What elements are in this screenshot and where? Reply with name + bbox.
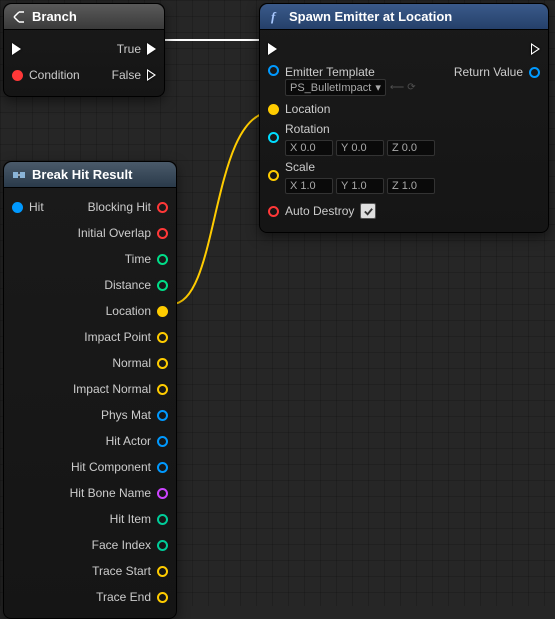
spawn-header: f Spawn Emitter at Location bbox=[260, 4, 548, 30]
spawn-autodestroy-checkbox[interactable] bbox=[360, 203, 376, 219]
chevron-down-icon: ▾ bbox=[375, 81, 381, 94]
spawn-rotation-label: Rotation bbox=[285, 122, 435, 136]
spawn-emitter-dropdown[interactable]: PS_BulletImpact▾ bbox=[285, 79, 386, 96]
spawn-autodestroy-pin[interactable] bbox=[268, 206, 279, 217]
break-output-label: Time bbox=[125, 252, 151, 266]
break-output-label: Trace End bbox=[96, 590, 151, 604]
break-hit-input-pin[interactable] bbox=[12, 202, 23, 213]
break-output-label: Blocking Hit bbox=[88, 200, 151, 214]
scale-y-field[interactable]: Y1.0 bbox=[336, 178, 384, 194]
spawn-autodestroy-label: Auto Destroy bbox=[285, 204, 354, 218]
break-output-label: Normal bbox=[112, 356, 151, 370]
spawn-scale-label: Scale bbox=[285, 160, 435, 174]
branch-true-label: True bbox=[117, 42, 141, 56]
spawn-exec-in-pin[interactable] bbox=[268, 43, 277, 55]
spawn-rotation-pin[interactable] bbox=[268, 132, 279, 143]
spawn-emitter-label: Emitter Template bbox=[285, 65, 416, 79]
break-trace-start-pin[interactable] bbox=[157, 566, 168, 577]
rotation-y-field[interactable]: Y0.0 bbox=[336, 140, 384, 156]
check-icon bbox=[363, 206, 374, 217]
branch-title: Branch bbox=[32, 9, 77, 24]
break-output-label: Distance bbox=[104, 278, 151, 292]
spawn-scale-pin[interactable] bbox=[268, 170, 279, 181]
branch-false-pin[interactable] bbox=[147, 69, 156, 81]
spawn-emitter-node[interactable]: f Spawn Emitter at Location Emitter Temp… bbox=[259, 3, 549, 233]
branch-condition-pin[interactable] bbox=[12, 70, 23, 81]
break-output-label: Hit Bone Name bbox=[70, 486, 151, 500]
break-impact-normal-pin[interactable] bbox=[157, 384, 168, 395]
branch-icon bbox=[12, 10, 26, 24]
break-hit-label: Hit bbox=[29, 200, 44, 214]
spawn-title: Spawn Emitter at Location bbox=[289, 9, 452, 24]
use-icon[interactable]: ⟳ bbox=[407, 82, 415, 93]
break-output-label: Trace Start bbox=[92, 564, 151, 578]
break-distance-pin[interactable] bbox=[157, 280, 168, 291]
function-icon: f bbox=[268, 9, 283, 24]
break-output-label: Initial Overlap bbox=[78, 226, 151, 240]
break-phys-mat-pin[interactable] bbox=[157, 410, 168, 421]
scale-z-field[interactable]: Z1.0 bbox=[387, 178, 435, 194]
branch-false-label: False bbox=[112, 68, 141, 82]
break-output-label: Impact Normal bbox=[73, 382, 151, 396]
break-hit-component-pin[interactable] bbox=[157, 462, 168, 473]
break-face-index-pin[interactable] bbox=[157, 540, 168, 551]
break-hit-bone-name-pin[interactable] bbox=[157, 488, 168, 499]
rotation-z-field[interactable]: Z0.0 bbox=[387, 140, 435, 156]
branch-header: Branch bbox=[4, 4, 164, 30]
break-output-label: Phys Mat bbox=[101, 408, 151, 422]
break-hit-actor-pin[interactable] bbox=[157, 436, 168, 447]
break-hit-item-pin[interactable] bbox=[157, 514, 168, 525]
svg-text:f: f bbox=[271, 9, 277, 24]
break-time-pin[interactable] bbox=[157, 254, 168, 265]
break-title: Break Hit Result bbox=[32, 167, 132, 182]
spawn-return-pin[interactable] bbox=[529, 67, 540, 78]
spawn-return-label: Return Value bbox=[454, 65, 523, 79]
rotation-x-field[interactable]: X0.0 bbox=[285, 140, 333, 156]
break-normal-pin[interactable] bbox=[157, 358, 168, 369]
break-blocking-hit-pin[interactable] bbox=[157, 202, 168, 213]
break-output-label: Impact Point bbox=[84, 330, 151, 344]
scale-x-field[interactable]: X1.0 bbox=[285, 178, 333, 194]
break-hit-result-node[interactable]: Break Hit Result Hit Blocking Hit Initia… bbox=[3, 161, 177, 619]
break-output-label: Face Index bbox=[92, 538, 151, 552]
break-trace-end-pin[interactable] bbox=[157, 592, 168, 603]
blueprint-canvas[interactable]: Branch True Condition False Break Hit Re… bbox=[0, 0, 555, 606]
break-icon bbox=[12, 168, 26, 182]
break-output-label: Hit Item bbox=[110, 512, 151, 526]
break-initial-overlap-pin[interactable] bbox=[157, 228, 168, 239]
break-header: Break Hit Result bbox=[4, 162, 176, 188]
spawn-location-pin[interactable] bbox=[268, 104, 279, 115]
spawn-location-label: Location bbox=[285, 102, 330, 116]
break-output-label: Location bbox=[106, 304, 151, 318]
break-output-label: Hit Actor bbox=[106, 434, 151, 448]
branch-true-pin[interactable] bbox=[147, 43, 156, 55]
branch-node[interactable]: Branch True Condition False bbox=[3, 3, 165, 97]
break-impact-point-pin[interactable] bbox=[157, 332, 168, 343]
break-location-pin[interactable] bbox=[157, 306, 168, 317]
branch-exec-in-pin[interactable] bbox=[12, 43, 21, 55]
break-output-label: Hit Component bbox=[71, 460, 151, 474]
browse-icon[interactable]: ⟵ bbox=[390, 82, 404, 93]
spawn-emitter-pin[interactable] bbox=[268, 65, 279, 76]
branch-condition-label: Condition bbox=[29, 68, 80, 82]
spawn-exec-out-pin[interactable] bbox=[531, 43, 540, 55]
